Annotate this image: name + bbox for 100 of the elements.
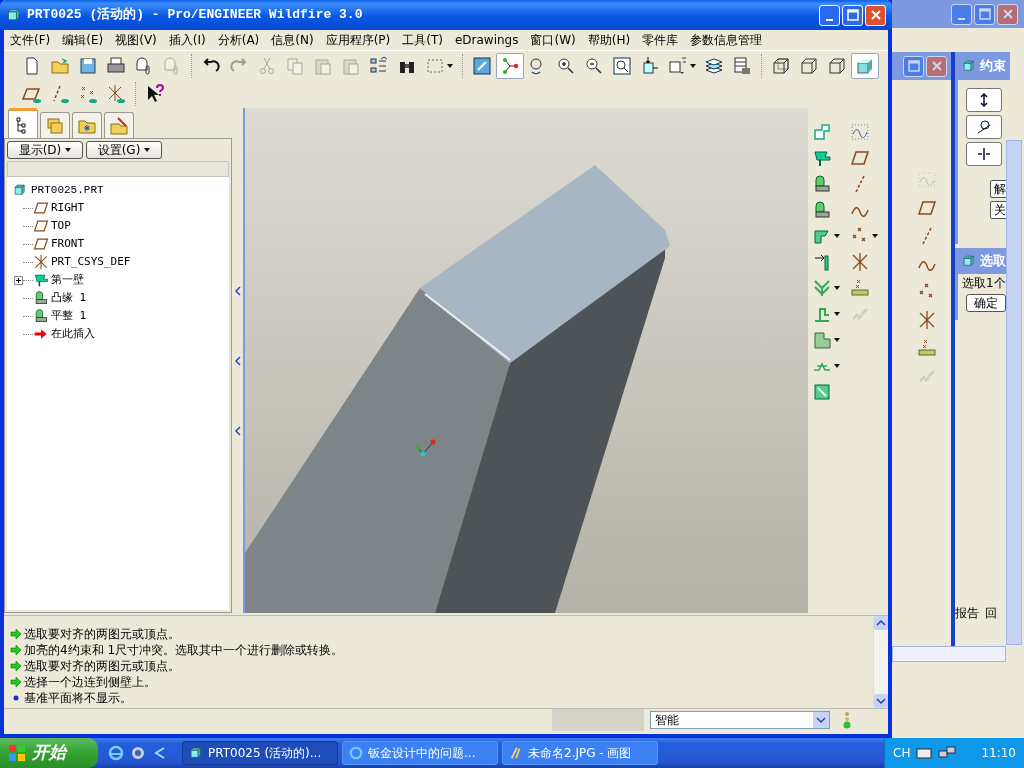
traffic-light-icon	[842, 709, 852, 730]
feature-button[interactable]	[812, 252, 832, 272]
wall-icon	[33, 272, 49, 288]
arrow-icon	[10, 660, 22, 672]
vertical-scrollbar[interactable]	[873, 616, 888, 708]
wall-icon	[812, 148, 832, 168]
paint-brush-icon	[509, 746, 523, 760]
tree-item[interactable]: 第一壁	[51, 271, 84, 289]
menu-item[interactable]: 插入(I)	[168, 31, 206, 49]
plane-icon	[33, 218, 49, 234]
plane-icon	[33, 200, 49, 216]
axis-display-icon	[50, 84, 70, 104]
caret-icon	[447, 63, 453, 68]
keyboard-icon	[916, 747, 933, 759]
feature-button[interactable]	[850, 252, 870, 272]
tree-item[interactable]: PRT_CSYS_DEF	[51, 253, 131, 271]
feature-button[interactable]	[812, 330, 832, 350]
ok-button[interactable]: 确定	[966, 294, 1006, 312]
minimize-button[interactable]	[819, 4, 840, 26]
minimize-icon	[958, 17, 965, 20]
part-icon	[962, 59, 976, 73]
caret-icon	[834, 312, 840, 316]
close-button[interactable]	[997, 3, 1018, 25]
constraint-button[interactable]	[966, 142, 1002, 166]
close-button[interactable]	[926, 55, 947, 77]
zoom-in-icon	[556, 55, 576, 76]
arrow-icon	[10, 676, 22, 688]
menu-item[interactable]: 编辑(E)	[62, 31, 104, 49]
part-icon	[6, 7, 22, 23]
menu-item[interactable]: 零件库	[642, 31, 679, 49]
navigator-tab[interactable]	[8, 108, 38, 138]
vertical-scrollbar[interactable]	[1006, 140, 1022, 645]
filter-dropdown[interactable]: 智能	[650, 710, 830, 729]
tree-item[interactable]: 平整 1	[51, 307, 87, 325]
caret-icon	[144, 148, 151, 152]
node-icon	[500, 55, 520, 76]
menu-item[interactable]: 窗口(W)	[530, 31, 576, 49]
taskbar-button[interactable]: PRT0025 (活动的)...	[182, 741, 338, 765]
tree-item[interactable]: 凸缘 1	[51, 289, 87, 307]
points-ruler-icon	[850, 278, 870, 298]
maximize-button[interactable]	[974, 3, 995, 25]
part-icon	[189, 746, 203, 760]
tree-item[interactable]: PRT0025.PRT	[31, 181, 104, 199]
taskbar-button[interactable]: 钣金设计中的问题...	[342, 741, 498, 765]
navigator-tab[interactable]	[104, 112, 134, 138]
tree-item[interactable]: 在此插入	[51, 325, 95, 343]
footer-label: 回	[985, 605, 997, 622]
vertical-arrow-icon	[977, 93, 991, 107]
maximize-button[interactable]	[903, 55, 924, 77]
feature-button[interactable]	[850, 278, 870, 298]
part-icon	[13, 183, 27, 197]
menu-item[interactable]: 参数信息管理	[690, 31, 763, 49]
feature-button[interactable]	[812, 148, 832, 168]
plane-icon	[850, 148, 870, 168]
minimize-button[interactable]	[951, 3, 972, 25]
menu-item[interactable]: 分析(A)	[217, 31, 260, 49]
flange-icon	[812, 174, 832, 194]
feature-button[interactable]	[812, 278, 832, 298]
tangent-icon	[977, 120, 991, 134]
menu-item[interactable]: eDrawings	[454, 31, 519, 49]
curve-icon	[917, 170, 937, 190]
help-cursor-icon	[145, 84, 165, 104]
rip-icon	[812, 382, 832, 402]
tree-item[interactable]: RIGHT	[51, 199, 85, 217]
caret-icon	[65, 148, 72, 152]
close-button[interactable]	[865, 4, 886, 26]
tree-item[interactable]: TOP	[51, 217, 71, 235]
windows-logo-icon	[8, 744, 26, 762]
scroll-down-icon	[874, 694, 888, 708]
feature-button[interactable]	[812, 122, 832, 142]
constraint-button[interactable]	[966, 88, 1002, 112]
maximize-button[interactable]	[842, 4, 863, 26]
tree-item[interactable]: FRONT	[51, 235, 85, 253]
expand-icon[interactable]	[13, 275, 23, 285]
table-camera-icon	[732, 55, 752, 76]
menu-item[interactable]: 应用程序(P)	[325, 31, 391, 49]
feature-button[interactable]	[812, 174, 832, 194]
feature-button[interactable]	[850, 122, 870, 142]
constraint-button[interactable]	[966, 115, 1002, 139]
menu-item[interactable]: 文件(F)	[10, 31, 51, 49]
feature-button[interactable]	[850, 148, 870, 168]
menu-item[interactable]: 工具(T)	[402, 31, 443, 49]
dropdown-button[interactable]: 显示(D)	[7, 141, 83, 159]
menu-item[interactable]: 帮助(H)	[587, 31, 631, 49]
dialog-title: 选取	[980, 252, 1006, 271]
horizontal-scrollbar[interactable]	[892, 646, 1006, 662]
clock: 11:10	[981, 745, 1016, 762]
feature-button[interactable]	[812, 382, 832, 402]
taskbar-button[interactable]: 未命名2.JPG - 画图	[502, 741, 658, 765]
cube-outline-icon	[827, 55, 847, 76]
close-icon	[869, 9, 882, 21]
menu-item[interactable]: 信息(N)	[271, 31, 314, 49]
dropdown-button[interactable]: 设置(G)	[86, 141, 162, 159]
tools-folder-icon	[109, 115, 129, 136]
feature-button[interactable]	[812, 200, 832, 220]
app-icon	[130, 745, 146, 761]
display-icon	[472, 55, 492, 76]
menu-item[interactable]: 视图(V)	[115, 31, 157, 49]
browser-icon	[108, 745, 124, 761]
csys-display-icon	[106, 84, 126, 104]
